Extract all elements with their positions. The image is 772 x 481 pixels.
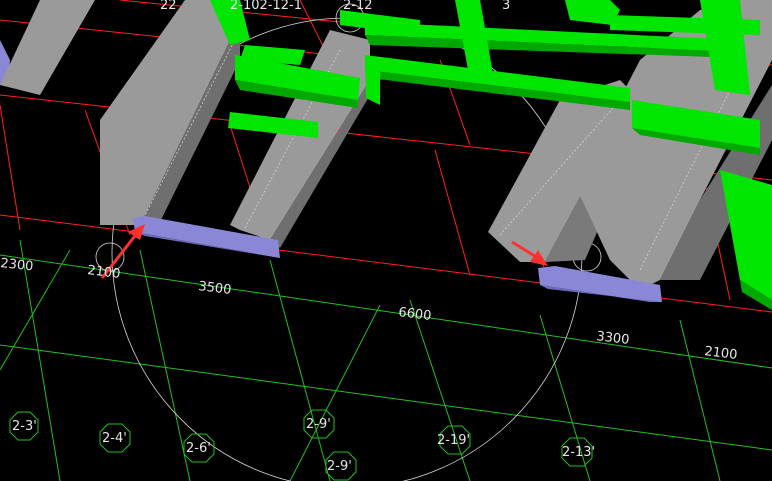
top-label: 3 xyxy=(502,0,510,13)
axis-bubbles xyxy=(9,409,593,481)
top-label: 2-12 xyxy=(343,0,373,13)
cad-3d-viewport[interactable]: 22 2-102-12-1 2-12 3 2300 2100 3500 6600… xyxy=(0,0,772,481)
top-label: 2-102-12-1 xyxy=(230,0,302,13)
axis-label: 2-6' xyxy=(186,441,211,456)
dimension-label: 2100 xyxy=(87,263,122,282)
axis-label: 2-9' xyxy=(327,459,352,474)
axis-label: 2-3' xyxy=(12,419,37,434)
dimension-label: 2300 xyxy=(0,256,34,274)
model-canvas[interactable]: 22 2-102-12-1 2-12 3 2300 2100 3500 6600… xyxy=(0,0,772,481)
axis-label: 2-4' xyxy=(102,431,127,446)
dimension-label: 3500 xyxy=(198,279,233,298)
axis-label: 2-13' xyxy=(562,445,595,460)
axis-label: 2-9' xyxy=(306,417,331,432)
dimension-label: 3300 xyxy=(596,329,631,348)
dimension-label: 6600 xyxy=(398,305,433,324)
top-label: 22 xyxy=(160,0,177,13)
dimension-label: 2100 xyxy=(704,344,739,363)
axis-label: 2-19' xyxy=(437,433,470,448)
